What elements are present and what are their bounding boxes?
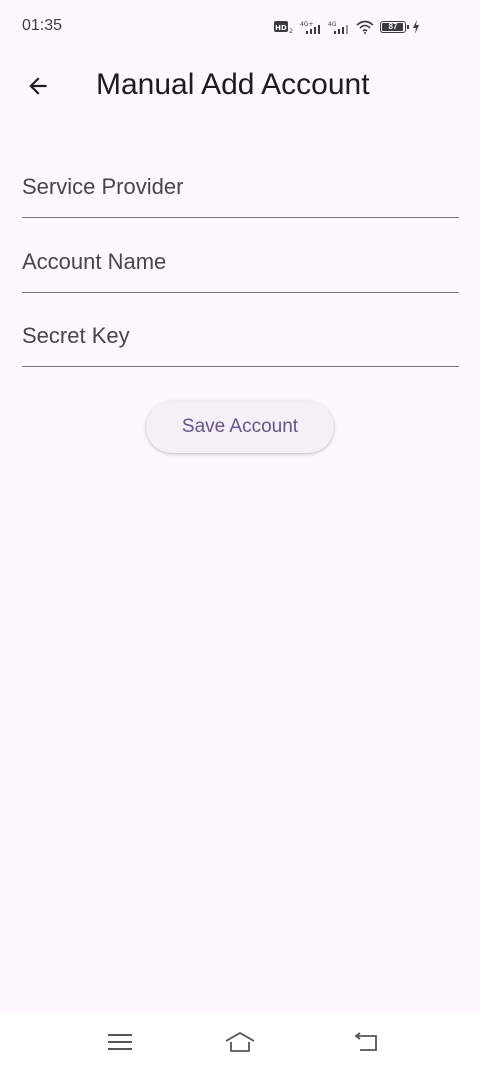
charging-icon — [413, 20, 419, 34]
menu-icon — [108, 1034, 132, 1050]
signal-4g-icon: 4G — [328, 21, 348, 34]
battery-icon: 87 — [380, 21, 409, 33]
back-button[interactable] — [14, 62, 62, 110]
status-icons: HD 2 4G+ 4G 87 — [274, 19, 420, 35]
hd-icon: HD 2 — [274, 21, 293, 34]
status-time: 01:35 — [22, 17, 63, 34]
svg-text:4G: 4G — [328, 21, 337, 28]
home-icon — [225, 1032, 255, 1052]
save-account-button[interactable]: Save Account — [146, 401, 334, 453]
svg-text:HD: HD — [275, 24, 287, 32]
nav-menu-button[interactable] — [100, 1027, 140, 1057]
arrow-back-icon — [29, 77, 47, 95]
system-nav-bar — [0, 1013, 480, 1070]
account-name-field[interactable] — [22, 218, 459, 293]
battery-level: 87 — [388, 22, 398, 31]
signal-4g-plus-icon: 4G+ — [300, 21, 320, 34]
app-bar: Manual Add Account — [0, 54, 480, 118]
nav-home-button[interactable] — [220, 1027, 260, 1057]
secret-key-field[interactable] — [22, 292, 459, 367]
account-name-input[interactable] — [22, 218, 459, 292]
secret-key-input[interactable] — [22, 292, 459, 366]
wifi-icon — [356, 20, 374, 34]
back-icon — [354, 1032, 377, 1051]
nav-back-button[interactable] — [346, 1027, 386, 1057]
service-provider-input[interactable] — [22, 143, 459, 217]
svg-text:4G+: 4G+ — [300, 21, 314, 28]
svg-text:2: 2 — [289, 28, 293, 34]
page-title: Manual Add Account — [96, 68, 370, 101]
screen: 01:35 HD 2 4G+ 4G 87 Manual Add Account … — [0, 0, 480, 1070]
status-bar: 01:35 HD 2 4G+ 4G 87 — [0, 0, 480, 54]
service-provider-field[interactable] — [22, 143, 459, 218]
